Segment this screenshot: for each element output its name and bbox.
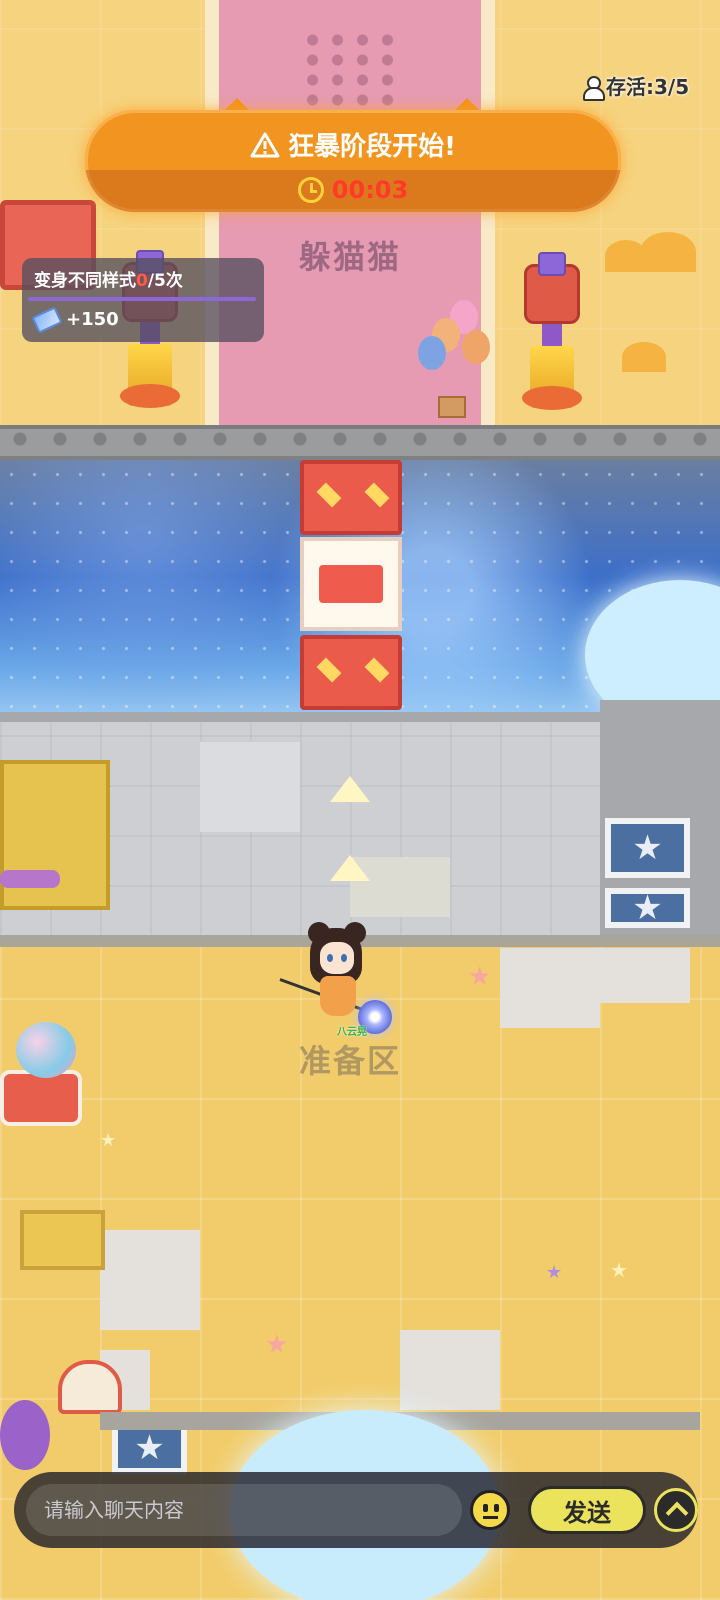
arrow-up-icon xyxy=(330,855,370,881)
star-decor-icon: ★ xyxy=(610,1258,628,1282)
clock-icon xyxy=(297,177,324,203)
person-icon xyxy=(582,75,605,101)
arrow-up-icon xyxy=(330,776,370,802)
chevron-up-icon[interactable] xyxy=(654,1488,698,1532)
game-map[interactable]: 躲猫猫 ★ ★ 准备区 ★ ★ ★ ★ ★ ★ 八云晃 xyxy=(0,0,720,1600)
task-reward: +150 xyxy=(31,305,252,334)
player-character[interactable]: 八云晃 xyxy=(279,920,410,1045)
rage-phase-banner: 狂暴阶段开始! 00:03 xyxy=(85,98,621,216)
player-name-tag: 八云晃 xyxy=(337,1027,367,1038)
star-tile: ★ xyxy=(605,888,690,928)
balloon xyxy=(462,330,490,364)
chat-input[interactable] xyxy=(26,1484,462,1536)
character-face xyxy=(320,942,354,974)
reward-amount: +150 xyxy=(66,309,119,330)
emoji-icon[interactable] xyxy=(470,1490,510,1530)
grey-tile xyxy=(600,948,690,1003)
hide-cat-zone-label: 躲猫猫 xyxy=(298,238,401,276)
turret-right-top xyxy=(512,252,592,412)
ticket-icon xyxy=(31,305,63,334)
block-bridge xyxy=(300,460,402,710)
star-decor-icon: ★ xyxy=(468,962,492,992)
decor-fan xyxy=(640,232,696,272)
decor-fan xyxy=(622,342,666,372)
chat-bar: 发送 xyxy=(14,1472,698,1548)
warning-icon xyxy=(250,132,280,158)
character-body xyxy=(320,976,356,1016)
send-button[interactable]: 发送 xyxy=(528,1486,646,1534)
survivor-counter: 存活:3/5 xyxy=(582,71,690,101)
white-block xyxy=(300,537,402,631)
task-progress-bar xyxy=(28,297,256,301)
beach-ball xyxy=(16,1022,76,1078)
task-title: 变身不同样式0/5次 xyxy=(34,271,183,291)
star-decor-icon: ★ xyxy=(265,1330,289,1360)
countdown-timer: 00:03 xyxy=(331,176,409,204)
survivor-count-text: 存活:3/5 xyxy=(606,75,690,99)
red-block xyxy=(300,635,402,710)
banner-title: 狂暴阶段开始! xyxy=(288,132,456,162)
circus-drum xyxy=(0,1070,82,1126)
task-panel[interactable]: 变身不同样式0/5次 +150 xyxy=(22,258,264,342)
purple-ring xyxy=(0,1400,50,1470)
purple-pipe xyxy=(0,870,60,888)
wall-studs xyxy=(0,430,720,448)
circus-tent xyxy=(58,1360,122,1414)
task-current-count: 0 xyxy=(136,271,148,291)
grey-tile xyxy=(100,1230,200,1330)
yellow-box xyxy=(20,1210,105,1270)
red-block xyxy=(300,460,402,535)
balloon-crate xyxy=(438,396,466,418)
balloon xyxy=(418,336,446,370)
star-decor-icon: ★ xyxy=(100,1130,117,1151)
star-decor-icon: ★ xyxy=(546,1262,563,1283)
grey-tile xyxy=(500,948,600,1028)
grey-tile xyxy=(400,1330,500,1410)
star-tile: ★ xyxy=(605,818,690,878)
